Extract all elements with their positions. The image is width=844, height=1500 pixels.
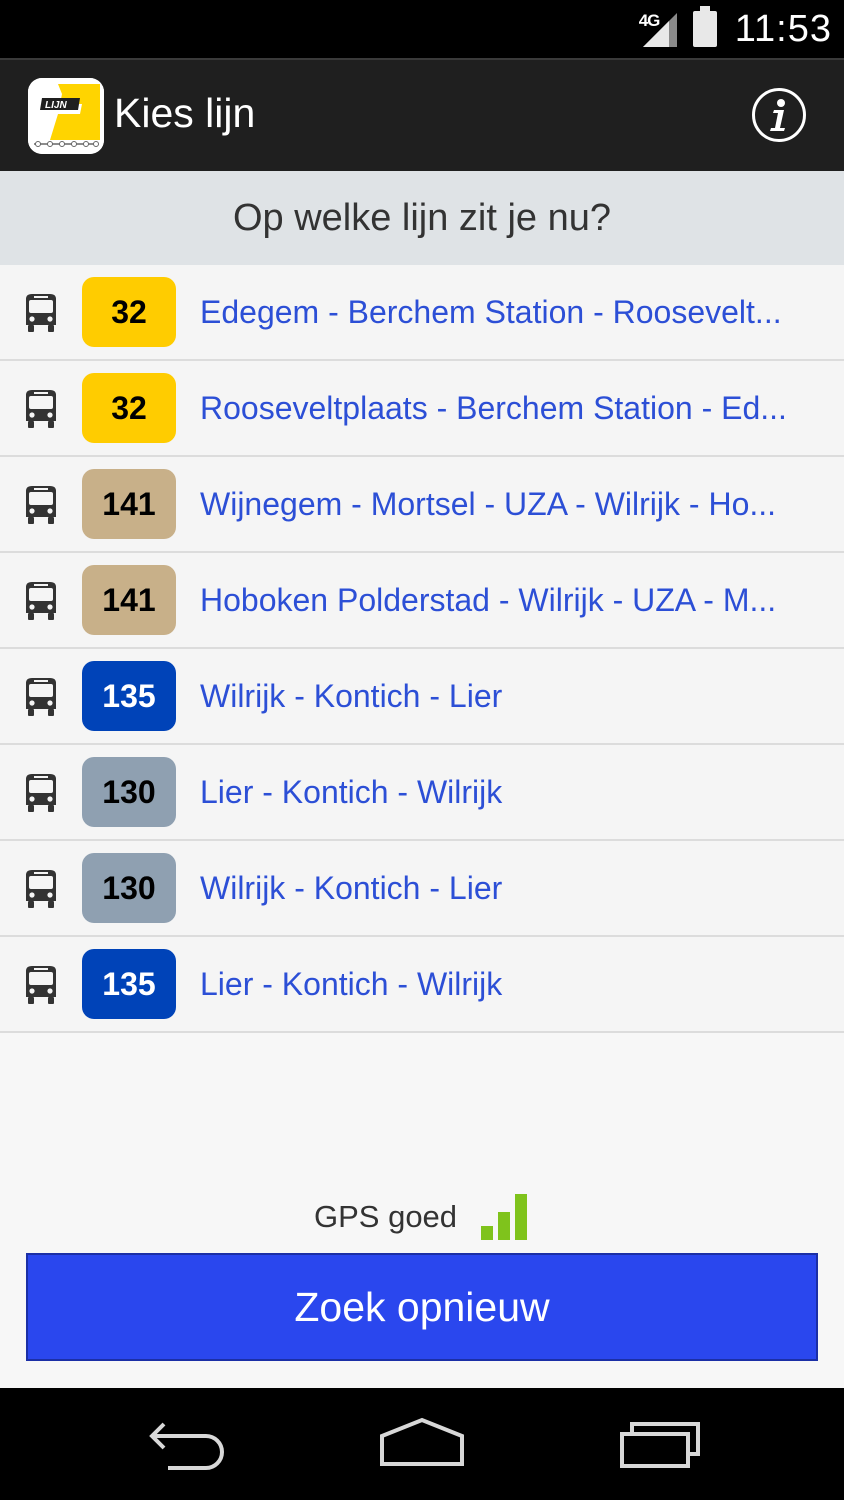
- line-row[interactable]: 141 Wijnegem - Mortsel - UZA - Wilrijk - …: [0, 457, 844, 553]
- cell-signal-icon: 4G: [639, 9, 679, 49]
- bus-icon: [22, 389, 60, 429]
- line-row[interactable]: 130 Wilrijk - Kontich - Lier: [0, 841, 844, 937]
- line-destination: Rooseveltplaats - Berchem Station - Ed..…: [200, 390, 787, 426]
- line-destination: Hoboken Polderstad - Wilrijk - UZA - M..…: [200, 582, 777, 618]
- line-destination: Lier - Kontich - Wilrijk: [200, 774, 503, 810]
- line-number-badge: 32: [82, 373, 176, 443]
- bus-icon: [22, 965, 60, 1005]
- line-number-badge: 32: [82, 277, 176, 347]
- gps-status: GPS goed: [314, 1192, 528, 1242]
- gps-label: GPS goed: [314, 1199, 458, 1234]
- recent-apps-icon: [620, 1422, 700, 1468]
- svg-text:LIJN: LIJN: [45, 100, 67, 111]
- line-number-badge: 141: [82, 565, 176, 635]
- question-header: Op welke lijn zit je nu?: [0, 171, 844, 265]
- line-row[interactable]: 135 Wilrijk - Kontich - Lier: [0, 649, 844, 745]
- recent-apps-button[interactable]: [614, 1416, 704, 1472]
- bus-icon: [22, 293, 60, 333]
- line-number-badge: 130: [82, 853, 176, 923]
- back-icon: [149, 1422, 224, 1470]
- back-button[interactable]: [146, 1416, 236, 1472]
- status-bar: 4G 11:53: [0, 0, 844, 58]
- gps-signal-icon: [481, 1194, 528, 1240]
- action-bar: LIJN Kies lijn: [0, 58, 844, 171]
- bus-icon: [22, 485, 60, 525]
- line-list: 32 Edegem - Berchem Station - Roosevelt..…: [0, 265, 844, 1033]
- line-row[interactable]: 141 Hoboken Polderstad - Wilrijk - UZA - …: [0, 553, 844, 649]
- bus-icon: [22, 581, 60, 621]
- bus-icon: [22, 677, 60, 717]
- page-title: Kies lijn: [114, 90, 256, 136]
- info-button[interactable]: [752, 88, 806, 142]
- navigation-bar: [0, 1388, 844, 1500]
- home-icon: [380, 1417, 464, 1466]
- line-row[interactable]: 135 Lier - Kontich - Wilrijk: [0, 937, 844, 1033]
- line-number-badge: 141: [82, 469, 176, 539]
- bus-icon: [22, 773, 60, 813]
- line-destination: Wilrijk - Kontich - Lier: [200, 870, 503, 906]
- line-row[interactable]: 32 Rooseveltplaats - Berchem Station - Ed…: [0, 361, 844, 457]
- line-number-badge: 130: [82, 757, 176, 827]
- line-destination: Lier - Kontich - Wilrijk: [200, 966, 503, 1002]
- line-destination: Edegem - Berchem Station - Roosevelt...: [200, 294, 782, 330]
- line-destination: Wijnegem - Mortsel - UZA - Wilrijk - Ho.…: [200, 486, 777, 522]
- bus-icon: [22, 869, 60, 909]
- status-icons: 4G 11:53: [639, 0, 832, 58]
- line-number-badge: 135: [82, 949, 176, 1019]
- line-number-badge: 135: [82, 661, 176, 731]
- status-time: 11:53: [734, 7, 832, 50]
- home-button[interactable]: [378, 1416, 468, 1472]
- app-logo-icon[interactable]: LIJN: [28, 78, 104, 154]
- info-icon: [770, 99, 785, 131]
- line-row[interactable]: 32 Edegem - Berchem Station - Roosevelt..…: [0, 265, 844, 361]
- search-again-button[interactable]: Zoek opnieuw: [26, 1253, 818, 1361]
- line-row[interactable]: 130 Lier - Kontich - Wilrijk: [0, 745, 844, 841]
- line-destination: Wilrijk - Kontich - Lier: [200, 678, 503, 714]
- battery-icon: [692, 6, 717, 47]
